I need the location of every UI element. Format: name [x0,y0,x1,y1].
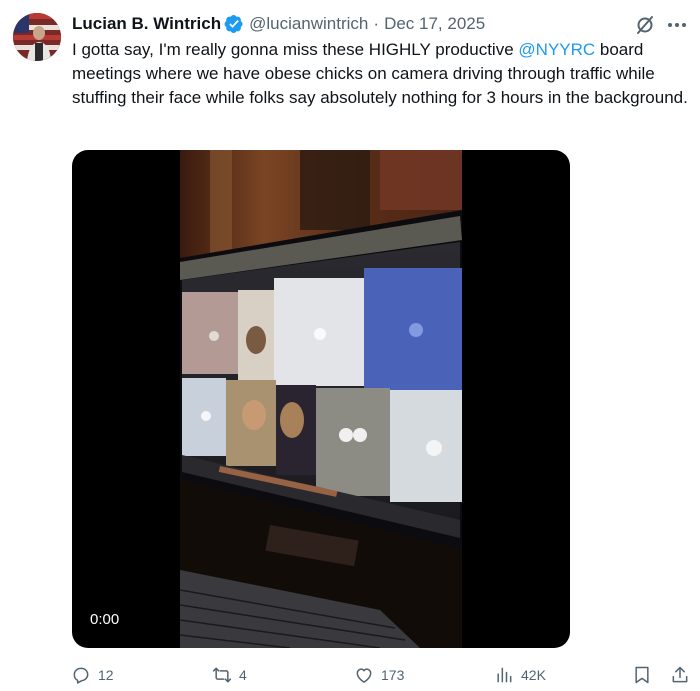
views-button[interactable]: 42K [494,660,546,690]
like-count: 173 [381,667,405,683]
view-count: 42K [521,667,546,683]
grok-icon[interactable] [634,14,656,36]
more-icon[interactable] [666,15,688,35]
tweet-card[interactable]: Lucian B. Wintrich @lucianwintrich · Dec… [0,0,700,691]
like-button[interactable]: 173 [354,660,404,690]
author-name[interactable]: Lucian B. Wintrich [72,14,221,34]
bookmark-button[interactable] [632,660,652,690]
share-icon [672,666,688,683]
mention-link[interactable]: @NYYRC [518,40,595,59]
video-player[interactable]: 0:00 [72,150,570,648]
avatar[interactable] [13,13,61,61]
tweet-text: I gotta say, I'm really gonna miss these… [72,38,692,110]
reply-count: 12 [98,667,114,683]
video-timestamp: 0:00 [90,611,120,628]
retweet-icon [212,667,232,683]
reply-button[interactable]: 12 [71,660,114,690]
like-icon [356,668,372,683]
action-bar: 12 4 173 42K [0,660,700,690]
views-icon [497,667,512,683]
reply-icon [73,667,89,684]
author-handle[interactable]: @lucianwintrich [249,14,368,34]
share-button[interactable] [670,660,690,690]
bookmark-icon [635,666,649,684]
tweet-date[interactable]: Dec 17, 2025 [384,14,485,34]
repost-count: 4 [239,667,247,683]
tweet-text-start: I gotta say, I'm really gonna miss these… [72,40,519,59]
repost-button[interactable]: 4 [212,660,247,690]
video-frame [180,150,462,648]
tweet-header: Lucian B. Wintrich @lucianwintrich · Dec… [72,12,485,36]
header-separator: · [373,14,380,33]
verified-badge-icon [224,14,244,34]
